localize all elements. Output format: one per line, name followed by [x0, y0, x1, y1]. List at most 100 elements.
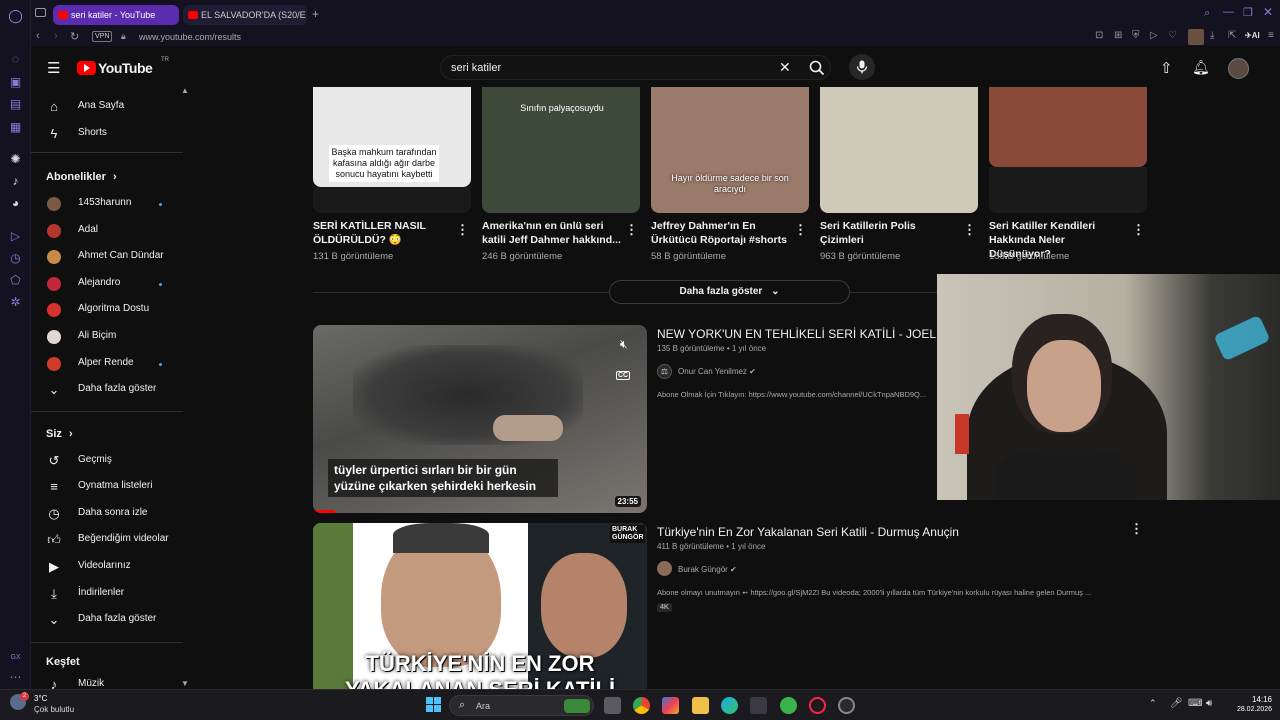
scroll-up-icon[interactable]: ▲: [181, 86, 189, 95]
account-avatar[interactable]: [1228, 58, 1249, 79]
notifications-bell-icon[interactable]: 🔔︎: [1192, 59, 1210, 76]
show-more-shorts-button[interactable]: Daha fazla göster ⌄: [609, 280, 850, 304]
you-title[interactable]: Siz ›: [46, 428, 73, 440]
back-icon[interactable]: ‹: [36, 30, 40, 42]
volume-icon[interactable]: 🔊︎: [1206, 698, 1212, 709]
opera-logo-icon[interactable]: ◯: [8, 8, 23, 23]
opera-gx-icon[interactable]: [809, 697, 826, 714]
short-menu-kebab-icon[interactable]: ⋮: [456, 222, 469, 238]
short-menu-kebab-icon[interactable]: ⋮: [963, 222, 976, 238]
reload-icon[interactable]: ↻: [70, 30, 79, 43]
subscriptions-title[interactable]: Abonelikler ›: [46, 171, 117, 183]
nav-playlists[interactable]: ≡ Oynatma listeleri: [31, 476, 186, 498]
chrome-icon[interactable]: [633, 697, 650, 714]
video-thumbnail[interactable]: BURAKGÜNGÖR TÜRKİYE'NİN EN ZOR YAKALANAN…: [313, 523, 647, 689]
video-thumbnail[interactable]: tüyler ürpertici sırları bir bir gün yüz…: [313, 325, 647, 513]
nav-your-videos[interactable]: ▶ Videolarınız: [31, 556, 186, 578]
network-icon[interactable]: ⌨: [1188, 698, 1202, 709]
url-field[interactable]: [139, 30, 539, 44]
profile-avatar[interactable]: [1188, 29, 1204, 45]
tab-youtube-search[interactable]: seri katiler - YouTube: [53, 5, 179, 25]
discord-icon[interactable]: ◕: [8, 196, 23, 211]
tab-el-salvador[interactable]: EL SALVADOR'DA (S20/E: [183, 5, 307, 25]
subs-show-more[interactable]: ⌄ Daha fazla göster: [31, 379, 186, 401]
you-show-more[interactable]: ⌄ Daha fazla göster: [31, 609, 186, 631]
tray-chevron-icon[interactable]: ⌃: [1149, 698, 1157, 709]
short-thumbnail[interactable]: Sınıfın palyaçosuydu: [482, 87, 640, 213]
forward-icon[interactable]: ›: [54, 30, 58, 42]
clear-search-icon[interactable]: ✕: [779, 59, 791, 76]
download-icon[interactable]: ⤓: [1210, 30, 1214, 41]
search-input[interactable]: [451, 60, 771, 76]
subscription-item[interactable]: Alper Rende: [31, 353, 186, 375]
subscription-item[interactable]: 1453harunn: [31, 193, 186, 215]
more-icon[interactable]: ⋯: [8, 670, 23, 685]
short-title[interactable]: SERİ KATİLLER NASIL ÖLDÜRÜLDÜ? 😳: [313, 219, 453, 247]
short-menu-kebab-icon[interactable]: ⋮: [1132, 222, 1145, 238]
aria-icon[interactable]: ◌: [8, 52, 23, 67]
subscription-item[interactable]: Algoritma Dostu: [31, 299, 186, 321]
short-thumbnail[interactable]: Başka mahkum tarafından kafasına aldığı …: [313, 87, 471, 187]
subscription-item[interactable]: Ali Biçim: [31, 326, 186, 348]
nav-home[interactable]: ⌂ Ana Sayfa: [31, 96, 186, 118]
short-title[interactable]: Amerika'nın en ünlü seri katili Jeff Dah…: [482, 219, 622, 247]
play-icon[interactable]: ▷: [1150, 30, 1158, 41]
nav-shorts[interactable]: ϟ Shorts: [31, 123, 186, 145]
channel-name[interactable]: Onur Can Yenilmez ✔: [678, 367, 756, 376]
weather-widget[interactable]: 2: [10, 692, 30, 714]
bag-icon[interactable]: ▣: [8, 75, 23, 90]
close-window-icon[interactable]: ✕: [1263, 5, 1273, 19]
short-thumbnail[interactable]: [989, 87, 1147, 167]
create-upload-icon[interactable]: ⇧: [1160, 59, 1173, 77]
subscription-item[interactable]: Adal: [31, 220, 186, 242]
video-menu-kebab-icon[interactable]: ⋮: [1130, 521, 1143, 537]
channel-name[interactable]: Burak Güngör ✔: [678, 565, 737, 574]
channel-avatar[interactable]: [657, 561, 672, 576]
ai-button[interactable]: ✈AI: [1245, 31, 1260, 40]
short-title[interactable]: Seri Katillerin Polis Çizimleri: [820, 219, 960, 247]
chatgpt-icon[interactable]: ✺: [8, 152, 23, 167]
copilot-icon[interactable]: [662, 697, 679, 714]
search-button[interactable]: [805, 57, 831, 79]
nav-liked-videos[interactable]: 👍︎ Beğendiğim videolar: [31, 529, 186, 551]
player-icon[interactable]: ▷: [8, 229, 23, 244]
new-tab-button[interactable]: +: [312, 7, 319, 21]
nav-downloads[interactable]: ⤓ İndirilenler: [31, 583, 186, 605]
video-title[interactable]: NEW YORK'UN EN TEHLİKELİ SERİ KATİLİ - J…: [657, 327, 937, 341]
tiktok-icon[interactable]: ♪: [8, 174, 23, 189]
menu-icon[interactable]: ≡: [1268, 30, 1274, 41]
edge-icon[interactable]: [721, 697, 738, 714]
wallet-icon[interactable]: ⊞: [1114, 30, 1122, 41]
minimize-icon[interactable]: —: [1223, 6, 1234, 18]
heart-icon[interactable]: ♡: [1168, 30, 1177, 41]
vpn-badge[interactable]: VPN: [92, 31, 113, 42]
maximize-icon[interactable]: ❐: [1243, 6, 1253, 19]
nav-watch-later[interactable]: ◷ Daha sonra izle: [31, 503, 186, 525]
pin-icon[interactable]: ⬠: [8, 273, 23, 288]
clock[interactable]: 14:16 28.02.2026: [1226, 695, 1272, 713]
short-menu-kebab-icon[interactable]: ⋮: [625, 222, 638, 238]
file-explorer-icon[interactable]: [692, 697, 709, 714]
messenger-icon[interactable]: ▤: [8, 97, 23, 112]
microphone-tray-icon[interactable]: 🎤︎: [1170, 698, 1183, 709]
task-view-icon[interactable]: [604, 697, 621, 714]
channel-avatar[interactable]: ⚖: [657, 364, 672, 379]
video-title[interactable]: Türkiye'nin En Zor Yakalanan Seri Katili…: [657, 525, 959, 539]
nav-history[interactable]: ↺ Geçmiş: [31, 450, 186, 472]
subscription-item[interactable]: Alejandro: [31, 273, 186, 295]
tab-overview-icon[interactable]: [35, 8, 46, 17]
share-icon[interactable]: ⇱: [1228, 30, 1236, 41]
voice-search-button[interactable]: [849, 54, 875, 80]
short-title[interactable]: Jeffrey Dahmer'ın En Ürkütücü Röportajı …: [651, 219, 791, 247]
short-thumbnail[interactable]: Hayır öldürme sadece bir son aracıydı: [651, 87, 809, 213]
taskbar-search[interactable]: ⌕ Ara: [449, 695, 594, 716]
shield-icon[interactable]: ⛨: [1132, 30, 1140, 41]
subscription-item[interactable]: Ahmet Can Dündar: [31, 246, 186, 268]
windows-start-icon[interactable]: [426, 697, 442, 713]
steam-icon[interactable]: [838, 697, 855, 714]
scroll-down-icon[interactable]: ▼: [181, 679, 189, 688]
snapshot-icon[interactable]: ⊡: [1095, 30, 1103, 41]
mail-icon[interactable]: ▦: [8, 120, 23, 135]
hamburger-menu-icon[interactable]: ☰: [47, 59, 60, 77]
search-tabs-icon[interactable]: ⌕: [1204, 7, 1210, 20]
